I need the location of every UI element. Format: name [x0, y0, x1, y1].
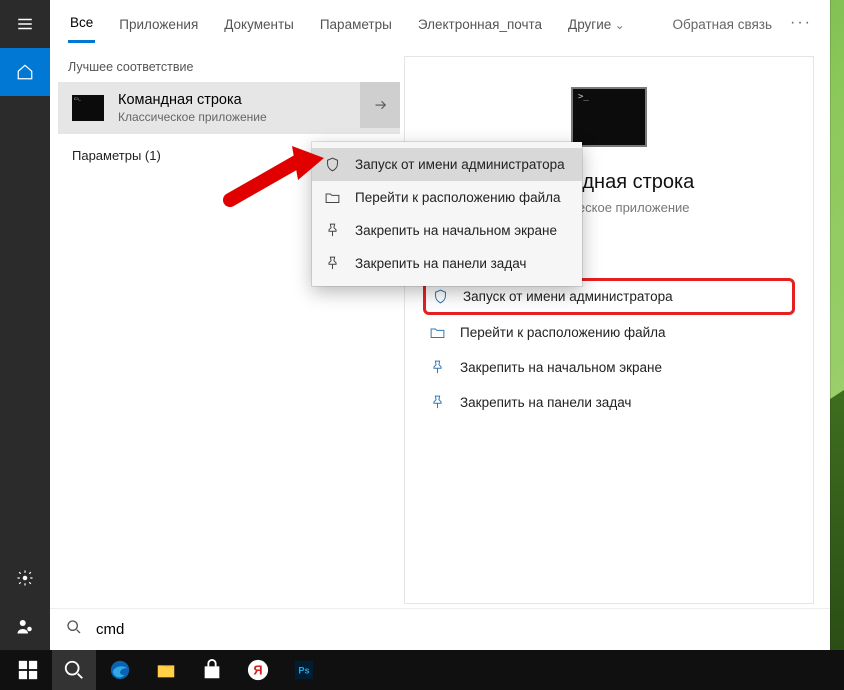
start-sidebar	[0, 0, 50, 650]
result-title: Командная строка	[118, 92, 388, 108]
search-main: Все Приложения Документы Параметры Элект…	[50, 0, 830, 650]
ctx-run-as-admin[interactable]: Запуск от имени администратора	[312, 148, 582, 181]
pin-taskbar-icon	[429, 394, 446, 411]
folder-location-icon	[324, 189, 341, 206]
taskbar-store[interactable]	[190, 650, 234, 690]
ctx-goto-location[interactable]: Перейти к расположению файла	[312, 181, 582, 214]
start-button[interactable]	[6, 650, 50, 690]
taskbar-yandex[interactable]: Я	[236, 650, 280, 690]
taskbar-explorer[interactable]	[144, 650, 188, 690]
ctx-label: Закрепить на панели задач	[355, 256, 526, 271]
result-command-prompt[interactable]: C:\_ Командная строка Классическое прило…	[58, 82, 400, 134]
arrow-right-icon	[371, 96, 389, 114]
ctx-label: Закрепить на начальном экране	[355, 223, 557, 238]
tab-other[interactable]: Другие	[566, 5, 627, 42]
tab-apps[interactable]: Приложения	[117, 5, 200, 42]
svg-text:Ps: Ps	[298, 666, 309, 676]
home-button[interactable]	[0, 48, 50, 96]
action-goto-location[interactable]: Перейти к расположению файла	[423, 315, 795, 350]
pin-start-icon	[324, 222, 341, 239]
detail-card: Командная строка Классическое приложение…	[404, 56, 814, 604]
results-column: Лучшее соответствие C:\_ Командная строк…	[50, 46, 400, 650]
shield-admin-icon	[432, 288, 449, 305]
action-pin-taskbar[interactable]: Закрепить на панели задач	[423, 385, 795, 420]
search-input[interactable]	[96, 621, 814, 638]
best-match-label: Лучшее соответствие	[58, 54, 400, 82]
taskbar-photoshop[interactable]: Ps	[282, 650, 326, 690]
svg-text:Я: Я	[253, 663, 262, 678]
result-subtitle: Классическое приложение	[118, 110, 388, 124]
ctx-label: Запуск от имени администратора	[355, 157, 565, 172]
pin-start-icon	[429, 359, 446, 376]
pin-taskbar-icon	[324, 255, 341, 272]
feedback-link[interactable]: Обратная связь	[671, 5, 774, 42]
search-icon	[66, 619, 82, 640]
detail-thumbnail-icon	[571, 87, 647, 147]
expand-result-button[interactable]	[360, 82, 400, 128]
settings-gear-button[interactable]	[0, 554, 50, 602]
context-menu: Запуск от имени администратора Перейти к…	[312, 142, 582, 286]
action-label: Запуск от имени администратора	[463, 289, 673, 304]
ctx-label: Перейти к расположению файла	[355, 190, 561, 205]
tab-documents[interactable]: Документы	[222, 5, 296, 42]
hamburger-button[interactable]	[0, 0, 50, 48]
ctx-pin-start[interactable]: Закрепить на начальном экране	[312, 214, 582, 247]
action-label: Перейти к расположению файла	[460, 325, 666, 340]
search-bar	[50, 608, 830, 650]
ctx-pin-taskbar[interactable]: Закрепить на панели задач	[312, 247, 582, 280]
search-tabs: Все Приложения Документы Параметры Элект…	[50, 0, 830, 46]
action-label: Закрепить на панели задач	[460, 395, 631, 410]
search-content: Лучшее соответствие C:\_ Командная строк…	[50, 46, 830, 650]
tab-settings[interactable]: Параметры	[318, 5, 394, 42]
action-pin-start[interactable]: Закрепить на начальном экране	[423, 350, 795, 385]
more-options-button[interactable]: ···	[790, 14, 812, 32]
folder-location-icon	[429, 324, 446, 341]
tab-all[interactable]: Все	[68, 3, 95, 43]
start-search-panel: Все Приложения Документы Параметры Элект…	[0, 0, 830, 650]
cmd-thumbnail-icon: C:\_	[72, 95, 104, 121]
tab-email[interactable]: Электронная_почта	[416, 5, 544, 42]
taskbar: Я Ps	[0, 650, 844, 690]
detail-column: Командная строка Классическое приложение…	[400, 46, 830, 650]
shield-admin-icon	[324, 156, 341, 173]
action-label: Закрепить на начальном экране	[460, 360, 662, 375]
taskbar-edge[interactable]	[98, 650, 142, 690]
taskbar-search-button[interactable]	[52, 650, 96, 690]
account-button[interactable]	[0, 602, 50, 650]
